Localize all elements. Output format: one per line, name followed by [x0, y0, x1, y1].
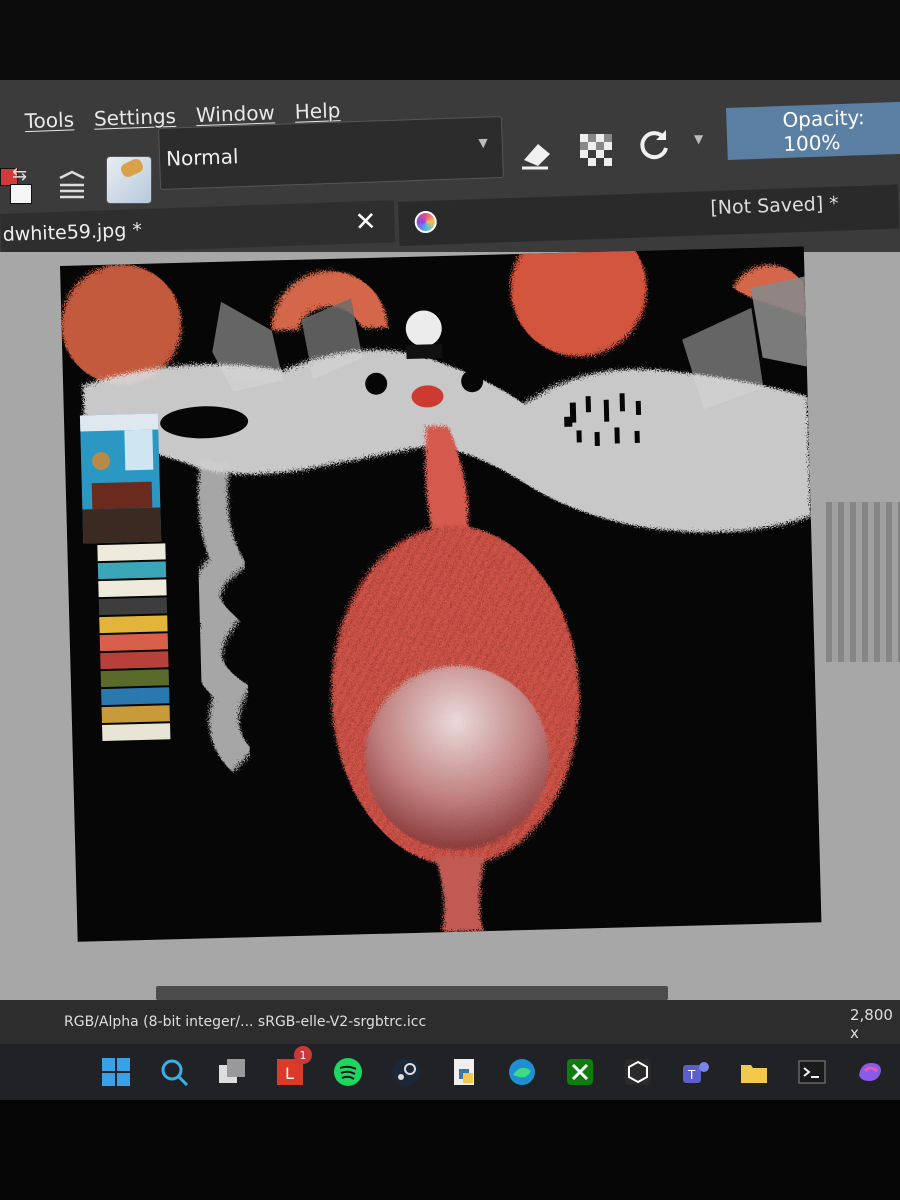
palette-swatch [97, 543, 166, 562]
menu-help[interactable]: Help [284, 98, 350, 124]
blend-mode-select[interactable]: Normal ▼ [158, 115, 504, 190]
palette-swatch [101, 687, 170, 706]
status-bar: RGB/Alpha (8-bit integer/... sRGB-elle-V… [0, 1000, 900, 1044]
chevron-down-icon: ▼ [478, 135, 488, 150]
palette-swatch [99, 615, 168, 634]
document-tab[interactable]: dwhite59.jpg * ✕ [0, 200, 396, 256]
unity-icon[interactable] [618, 1052, 658, 1092]
krita-window: Tools Settings Window Help Opacity: 100%… [0, 80, 900, 1100]
palette-swatch [102, 723, 171, 742]
menu-tools[interactable]: Tools [14, 107, 84, 133]
xbox-icon[interactable] [560, 1052, 600, 1092]
eraser-icon[interactable] [518, 136, 554, 172]
krita-icon [414, 210, 438, 234]
small-figure-head [405, 310, 442, 347]
brush-preset-thumbnail[interactable] [106, 156, 152, 204]
background-reflection [826, 502, 900, 662]
palette-swatch [100, 669, 170, 688]
small-figure-body [406, 344, 443, 359]
search-icon[interactable] [154, 1052, 194, 1092]
task-view-icon[interactable] [212, 1052, 252, 1092]
blend-mode-value: Normal [165, 144, 239, 171]
spotify-icon[interactable] [328, 1052, 368, 1092]
teams-icon[interactable]: T [676, 1052, 716, 1092]
monitor-bezel-top [0, 0, 900, 80]
palette-swatch [101, 705, 170, 724]
preserve-alpha-icon[interactable] [578, 132, 614, 168]
library-icon[interactable]: L 1 [270, 1046, 312, 1092]
brush-settings-icon[interactable] [56, 168, 88, 200]
reference-image-inset [79, 413, 162, 544]
grey-block-4 [750, 276, 807, 367]
steam-icon[interactable] [386, 1052, 426, 1092]
svg-text:L: L [285, 1064, 294, 1083]
document-tab-title: dwhite59.jpg * [2, 219, 143, 246]
palette-swatch [99, 633, 169, 652]
swap-colors-icon[interactable]: ⇆ [12, 164, 27, 185]
monitor-bezel-bottom [0, 1100, 900, 1200]
artwork [61, 246, 811, 933]
drawing-canvas[interactable] [60, 246, 822, 942]
refresh-icon[interactable] [636, 126, 672, 162]
edge-icon[interactable] [502, 1052, 542, 1092]
terminal-icon[interactable] [792, 1052, 832, 1092]
copilot-icon[interactable] [850, 1052, 890, 1092]
background-color-swatch[interactable] [10, 184, 32, 204]
sphere-right [510, 246, 647, 357]
file-explorer-icon[interactable] [734, 1052, 774, 1092]
python-file-icon[interactable] [444, 1052, 484, 1092]
svg-text:T: T [687, 1068, 696, 1082]
color-palette [97, 543, 171, 742]
palette-swatch [98, 597, 168, 616]
document-tab-bar: dwhite59.jpg * ✕ [Not Saved] * [0, 184, 900, 256]
palette-swatch [100, 651, 169, 670]
palette-swatch [98, 579, 167, 598]
chevron-down-icon[interactable]: ▼ [694, 132, 703, 146]
taskbar: L 1 T [0, 1044, 900, 1100]
palette-swatch [97, 561, 167, 580]
horizontal-scrollbar[interactable] [156, 986, 668, 1000]
notification-badge: 1 [294, 1046, 312, 1064]
root-drip [190, 459, 254, 773]
close-icon[interactable]: ✕ [354, 207, 377, 238]
tab-status: [Not Saved] * [710, 192, 840, 220]
color-profile-label: RGB/Alpha (8-bit integer/... sRGB-elle-V… [64, 1014, 427, 1030]
start-icon[interactable] [96, 1052, 136, 1092]
bulb-tail [435, 855, 486, 933]
image-size-label: 2,800 x [850, 1006, 893, 1042]
